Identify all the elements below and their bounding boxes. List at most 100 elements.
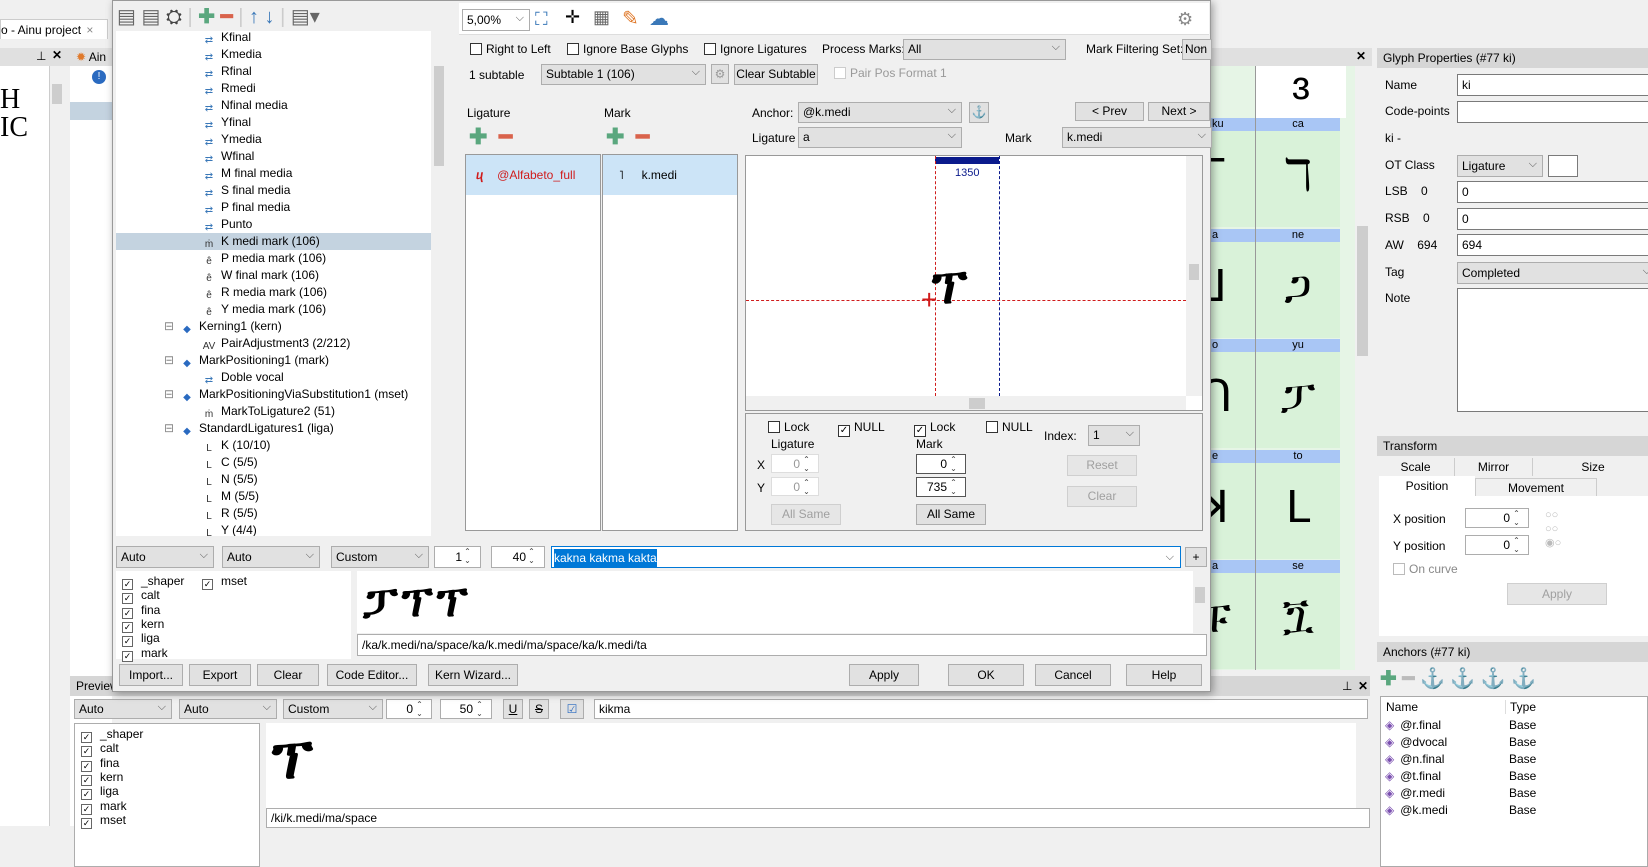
mark-x-input[interactable]: 0: [916, 454, 966, 474]
kern-wizard-button[interactable]: Kern Wizard...: [428, 664, 518, 686]
anchor-row[interactable]: ◈ @k.medi Base: [1385, 802, 1635, 819]
tree-item[interactable]: êR media mark (106): [202, 284, 327, 301]
ligature-x-input[interactable]: 0: [771, 454, 819, 473]
crosshair-icon[interactable]: ✛: [565, 7, 580, 28]
remove-lookup-icon[interactable]: ━: [221, 6, 233, 28]
glyph-cell[interactable]: ᒪ: [1256, 463, 1340, 559]
edit-glyph-icon[interactable]: ✎: [622, 6, 639, 31]
add-mark-icon[interactable]: ✚: [606, 124, 624, 150]
column-type[interactable]: Type: [1505, 700, 1536, 714]
ligature-select[interactable]: a: [798, 126, 962, 148]
tree-item[interactable]: L Y (4/4): [202, 522, 257, 536]
ligature-y-input[interactable]: 0: [771, 477, 819, 496]
zoom-select[interactable]: 5,00%: [462, 8, 530, 31]
tab-movement[interactable]: Movement: [1475, 478, 1597, 498]
tab-mirror[interactable]: Mirror: [1455, 458, 1533, 476]
ligature-null-checkbox[interactable]: NULL: [838, 420, 885, 437]
checkbox-toggle-button[interactable]: ☑: [560, 699, 584, 719]
anchor-row[interactable]: ◈ @r.medi Base: [1385, 785, 1635, 802]
dialog-size-input[interactable]: 40: [491, 546, 545, 568]
transform-apply-button[interactable]: Apply: [1507, 583, 1607, 605]
left-scrollbar[interactable]: [50, 66, 64, 826]
pin-icon[interactable]: ⊥: [1342, 676, 1352, 696]
glyph-cell[interactable]: ፓ: [1256, 352, 1340, 448]
tab-size[interactable]: Size: [1533, 458, 1613, 476]
note-field[interactable]: [1457, 288, 1648, 412]
pair-pos-format-checkbox[interactable]: Pair Pos Format 1: [834, 66, 947, 80]
tree-item[interactable]: ⇄ Yfinal: [202, 114, 251, 131]
lookup-tree[interactable]: ⇄ Kfinal ⇄ Kmedia ⇄ Rfinal ⇄ Rmedi ⇄ Nfinal media…: [116, 31, 434, 536]
anchor-row[interactable]: ◈ @t.final Base: [1385, 768, 1635, 785]
right-to-left-checkbox[interactable]: Right to Left: [470, 42, 551, 56]
collapse-icon[interactable]: ⊟: [164, 352, 174, 369]
lsb-field[interactable]: 0: [1457, 181, 1648, 203]
glyph-cell[interactable]: ᑎ: [1210, 352, 1255, 448]
move-down-icon[interactable]: ↓: [265, 6, 275, 28]
tag-select[interactable]: Completed: [1457, 261, 1648, 284]
column-name[interactable]: Name: [1386, 700, 1418, 714]
tree-item[interactable]: ⇄ Doble vocal: [202, 369, 284, 386]
tree-item[interactable]: ⇄ Nfinal media: [202, 97, 288, 114]
mark-y-input[interactable]: 735: [916, 477, 966, 497]
anchor-edit-icon[interactable]: ⚓: [1420, 668, 1445, 690]
add-lookup-icon[interactable]: ✚: [198, 6, 215, 28]
tree-item[interactable]: ⊟ ◆ MarkPositioning1 (mark): [164, 352, 329, 369]
clear-anchor-button[interactable]: Clear: [1067, 486, 1137, 507]
preview-text-input[interactable]: kikma: [594, 699, 1368, 719]
tree-item[interactable]: ṁ MarkToLigature2 (51): [202, 403, 335, 420]
ignore-ligatures-checkbox[interactable]: Ignore Ligatures: [704, 42, 807, 56]
ignore-base-glyphs-checkbox[interactable]: Ignore Base Glyphs: [567, 42, 688, 56]
import-button[interactable]: Import...: [119, 664, 183, 686]
preview-lookup-icon[interactable]: ▤: [141, 6, 160, 28]
tree-item[interactable]: LM (5/5): [202, 488, 259, 505]
tree-item[interactable]: ⊟ ◆ MarkPositioningViaSubstitution1 (mset): [164, 386, 408, 403]
mark-null-checkbox[interactable]: NULL: [986, 420, 1033, 434]
dialog-spacing-input[interactable]: 1: [434, 546, 481, 568]
tree-item[interactable]: LN (5/5): [202, 471, 257, 488]
pin-icon[interactable]: ⊥: [36, 49, 46, 63]
index-select[interactable]: 1: [1088, 424, 1140, 446]
tree-item[interactable]: ⊟ ◆ Kerning1 (kern): [164, 318, 282, 335]
otclass-extra-field[interactable]: [1548, 155, 1578, 177]
mark-all-same-button[interactable]: All Same: [916, 504, 986, 525]
glyph-cell[interactable]: ℸ: [1256, 131, 1340, 227]
mark-filtering-select[interactable]: Non: [1182, 39, 1212, 60]
y-position-input[interactable]: 0: [1465, 535, 1529, 555]
tree-item[interactable]: êY media mark (106): [202, 301, 326, 318]
ligature-lock-checkbox[interactable]: Lock: [768, 420, 809, 434]
settings-icon[interactable]: ⚙: [1177, 9, 1193, 30]
dialog-script-select[interactable]: Auto: [116, 545, 214, 568]
tree-item[interactable]: ⇄ Punto: [202, 216, 253, 233]
tree-item[interactable]: ⇄ P final media: [202, 199, 290, 216]
ligature-all-same-button[interactable]: All Same: [771, 504, 841, 525]
otclass-select[interactable]: Ligature: [1457, 154, 1543, 177]
name-field[interactable]: ki: [1457, 74, 1648, 96]
anchor-list-icon[interactable]: ⚓: [1450, 668, 1475, 690]
prev-button[interactable]: < Prev: [1075, 102, 1144, 121]
glyph-cell[interactable]: ᒥ: [1210, 131, 1255, 227]
tab-scale[interactable]: Scale: [1377, 458, 1455, 476]
add-ligature-icon[interactable]: ✚: [469, 124, 487, 150]
subtable-settings-button[interactable]: ⚙: [711, 64, 729, 84]
origin-radio-grid[interactable]: ○○ ○○ ◉○: [1545, 508, 1561, 550]
remove-anchor-icon[interactable]: ━: [1402, 668, 1414, 690]
mark-list[interactable]: ˥ k.medi: [602, 154, 738, 531]
export-button[interactable]: Export: [189, 664, 251, 686]
move-up-icon[interactable]: ↑: [249, 6, 259, 28]
dialog-preview-text-input[interactable]: kakna kakma kakta ⌵: [551, 546, 1181, 568]
document-tab[interactable]: o - Ainu project ×: [0, 19, 108, 39]
tree-item[interactable]: ṁK medi mark (106): [116, 233, 434, 250]
glyph-cell[interactable]: ጋ: [1256, 242, 1340, 338]
anchor-row[interactable]: ◈ @n.final Base: [1385, 751, 1635, 768]
canvas-hscroll[interactable]: [746, 396, 1186, 410]
anchor-icon[interactable]: ⚓: [1481, 668, 1506, 690]
feature-checkbox[interactable]: mark: [122, 646, 168, 662]
process-marks-select[interactable]: All: [903, 38, 1066, 60]
clear-button[interactable]: Clear: [257, 664, 319, 686]
tree-item[interactable]: ⊟ ◆ StandardLigatures1 (liga): [164, 420, 334, 437]
close-grid-icon[interactable]: ✕: [1356, 49, 1366, 63]
glyph-cell[interactable]: ꓘ: [1210, 463, 1255, 559]
reset-button[interactable]: Reset: [1067, 455, 1137, 476]
close-panel-icon[interactable]: ✕: [52, 48, 62, 62]
view-options-icon[interactable]: ▤▾: [291, 6, 320, 28]
